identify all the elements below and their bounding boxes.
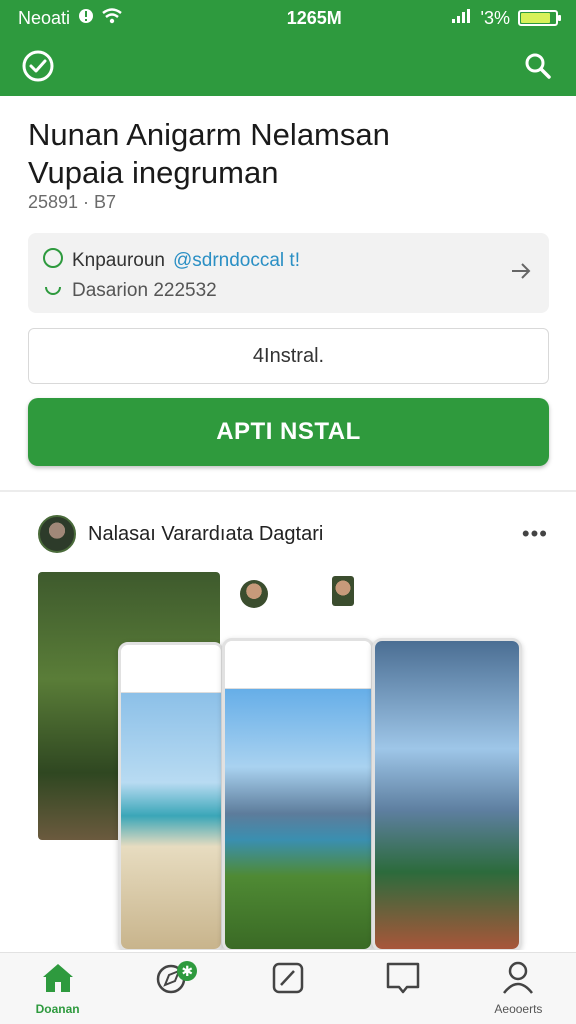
arrow-right-icon[interactable] <box>509 259 533 288</box>
info-developer-link[interactable]: @sdrndoccal t! <box>173 250 300 272</box>
edit-note-icon <box>270 961 306 1000</box>
info-card[interactable]: Knpauroun @sdrndoccal t! Dasarion 222532 <box>28 233 549 313</box>
nav-account-label: Aeooerts <box>494 1002 543 1016</box>
status-right: '3% <box>451 7 561 29</box>
battery-fill <box>521 13 550 23</box>
info-row-developer: Knpauroun @sdrndoccal t! <box>42 247 535 275</box>
carrier-label: Neoati <box>18 7 71 28</box>
check-circle-icon[interactable] <box>20 48 56 84</box>
home-icon <box>40 961 76 1000</box>
install-outline-button[interactable]: 4Instral. <box>28 328 549 384</box>
screenshot-gallery[interactable] <box>38 570 538 950</box>
more-horizontal-icon[interactable]: ••• <box>522 521 548 547</box>
info-developer-label: Knpauroun <box>72 250 165 271</box>
beach-image <box>121 693 221 949</box>
message-icon <box>385 961 421 1000</box>
gallery-phone-mountain[interactable] <box>222 638 374 950</box>
nav-messages[interactable] <box>346 953 461 1024</box>
gallery-phone-traveler[interactable] <box>372 638 522 950</box>
refresh-icon <box>42 277 64 305</box>
phone-header <box>225 641 371 689</box>
traveler-image <box>375 641 519 949</box>
account-icon <box>500 961 536 1000</box>
app-title-line2: Vupaia inegruman <box>28 155 279 190</box>
post-author-name[interactable]: Nalasaı Varardıata Dagtari <box>88 523 510 546</box>
phone-header <box>121 645 221 693</box>
info-row-version: Dasarion 222532 <box>42 279 535 303</box>
nav-home[interactable]: Doanan <box>0 953 115 1024</box>
avatar[interactable] <box>38 515 76 553</box>
app-title-line1: Nunan Anigarm Nelamsan <box>28 117 390 152</box>
battery-icon <box>518 10 561 26</box>
nav-home-label: Doanan <box>35 1002 80 1016</box>
mountain-image <box>225 689 371 949</box>
app-meta: 25891 · B7 <box>28 192 117 212</box>
notification-icon <box>78 8 94 29</box>
nav-edit[interactable] <box>230 953 345 1024</box>
gallery-thumb-avatar <box>332 576 354 606</box>
info-version-label: Dasarion 222532 <box>72 280 217 301</box>
app-bar <box>0 36 576 96</box>
signal-icon <box>451 8 473 29</box>
wifi-icon <box>102 7 122 29</box>
gallery-thumb-avatar <box>240 580 268 608</box>
search-icon[interactable] <box>520 48 556 84</box>
nav-explore[interactable]: ✱ <box>115 953 230 1024</box>
circle-outline-icon <box>42 247 64 275</box>
post-header: Nalasaı Varardıata Dagtari ••• <box>38 514 548 554</box>
battery-percent: '3% <box>480 7 510 28</box>
bottom-navigation: Doanan ✱ Aeooerts <box>0 952 576 1024</box>
gallery-phone-beach[interactable] <box>118 642 224 950</box>
status-bar: Neoati 1265M '3% <box>0 0 576 36</box>
nav-account[interactable]: Aeooerts <box>461 953 576 1024</box>
status-left: Neoati <box>18 8 218 29</box>
divider <box>0 490 576 492</box>
status-time: 1265M <box>286 7 342 28</box>
explore-badge: ✱ <box>177 961 198 981</box>
install-button[interactable]: APTI NSTAL <box>28 398 549 466</box>
app-title: Nunan Anigarm Nelamsan Vupaia inegruman <box>28 116 548 192</box>
